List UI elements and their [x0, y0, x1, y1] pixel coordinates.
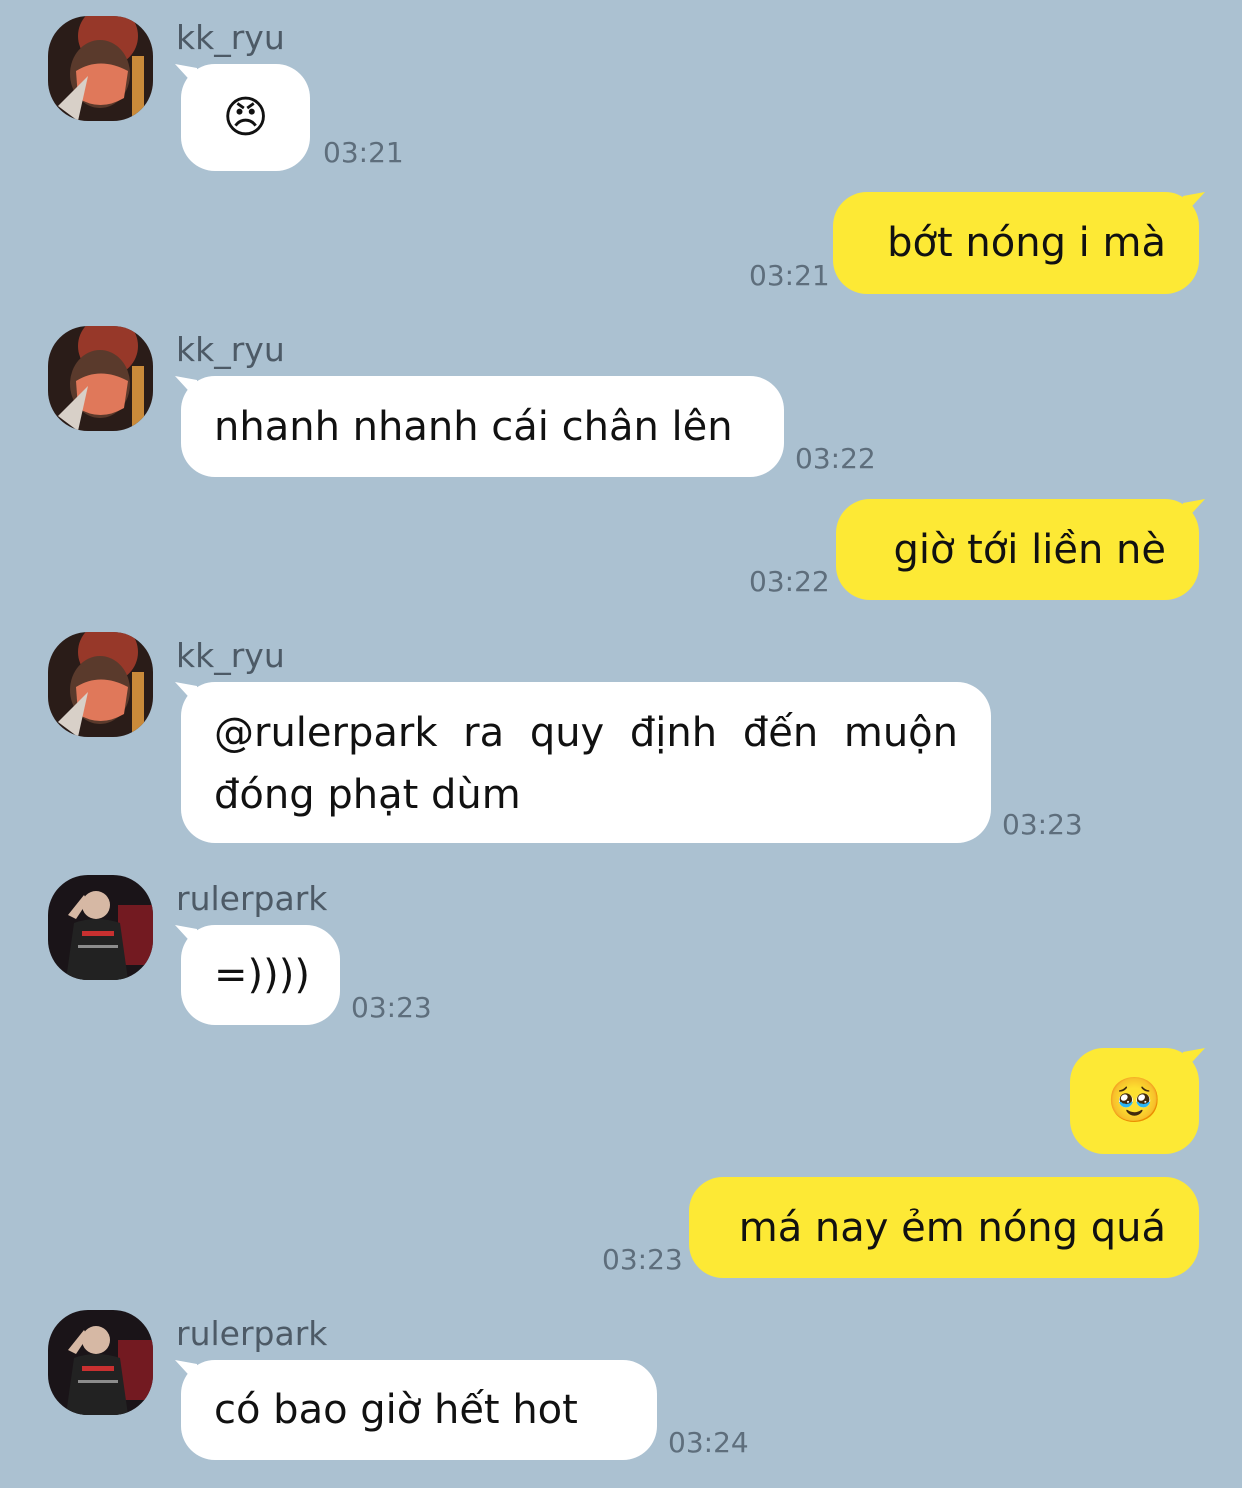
message-text: giờ tới liền nè [893, 526, 1166, 573]
bubble-tail [1183, 1048, 1205, 1072]
message-text: @rulerpark ra quy định đến muộn đóng phạ… [214, 710, 958, 818]
bubble-tail [175, 64, 197, 88]
masked-user-avatar-icon [48, 16, 153, 121]
message-text: nhanh nhanh cái chân lên [214, 403, 733, 450]
message-bubble[interactable]: 🥹 [1070, 1048, 1205, 1154]
message-text: bớt nóng i mà [887, 220, 1166, 266]
message-bubble[interactable]: má nay ẻm nóng quá [689, 1177, 1199, 1278]
message-text: 😠 [222, 91, 269, 143]
message-text: má nay ẻm nóng quá [738, 1204, 1166, 1251]
bubble-tail [175, 682, 197, 706]
message-time: 03:21 [749, 259, 830, 292]
sender-avatar[interactable] [48, 632, 153, 737]
chat-thread[interactable]: kk_ryu 😠 03:21 bớt nóng i mà 03:21 kk_ry… [0, 0, 1242, 1488]
sender-name: kk_ryu [176, 18, 285, 57]
sender-avatar[interactable] [48, 326, 153, 431]
sender-name: kk_ryu [176, 330, 285, 369]
message-time: 03:23 [1002, 808, 1083, 841]
message-time: 03:23 [602, 1243, 683, 1276]
bubble-tail [175, 925, 197, 949]
sender-avatar[interactable] [48, 16, 153, 121]
sender-name: kk_ryu [176, 636, 285, 675]
masked-user-avatar-icon [48, 326, 153, 431]
message-bubble[interactable]: =)))) [175, 925, 340, 1025]
message-time: 03:24 [668, 1426, 749, 1459]
player-avatar-icon [48, 1310, 153, 1415]
player-avatar-icon [48, 875, 153, 980]
message-text: có bao giờ hết hot [214, 1387, 578, 1433]
sender-name: rulerpark [176, 879, 328, 918]
message-time: 03:22 [795, 442, 876, 475]
sender-avatar[interactable] [48, 1310, 153, 1415]
sender-avatar[interactable] [48, 875, 153, 980]
message-bubble[interactable]: có bao giờ hết hot [175, 1360, 657, 1460]
sender-name: rulerpark [176, 1314, 328, 1353]
message-time: 03:21 [323, 136, 404, 169]
message-bubble[interactable]: nhanh nhanh cái chân lên [175, 376, 784, 477]
message-text: =)))) [214, 952, 310, 998]
bubble-tail [1183, 192, 1205, 216]
message-bubble[interactable]: bớt nóng i mà [833, 192, 1205, 294]
masked-user-avatar-icon [48, 632, 153, 737]
bubble-tail [1183, 499, 1205, 523]
message-bubble[interactable]: 😠 [175, 64, 310, 171]
message-bubble[interactable]: @rulerpark ra quy định đến muộn đóng phạ… [175, 682, 991, 843]
message-time: 03:23 [351, 991, 432, 1024]
bubble-tail [175, 376, 197, 400]
bubble-tail [175, 1360, 197, 1384]
message-bubble[interactable]: giờ tới liền nè [836, 499, 1205, 600]
message-time: 03:22 [749, 565, 830, 598]
message-text: 🥹 [1107, 1075, 1162, 1126]
